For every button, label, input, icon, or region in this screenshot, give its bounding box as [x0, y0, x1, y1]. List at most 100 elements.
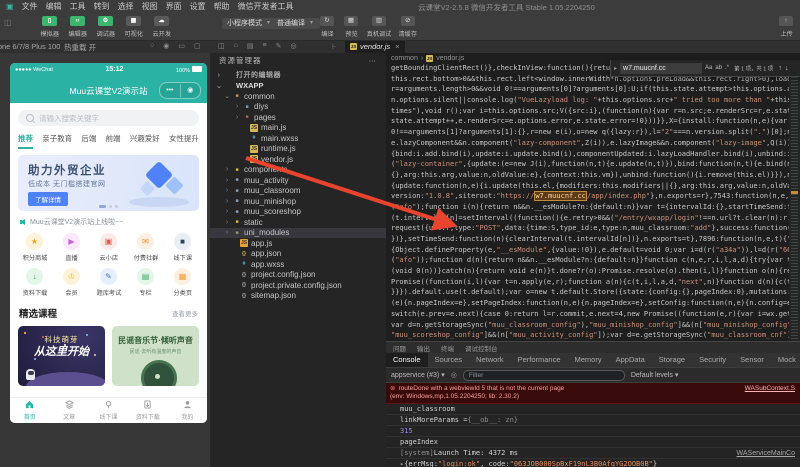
feature-grid-item[interactable]: ★ 积分商城 — [16, 233, 53, 262]
editor-tool-icon[interactable]: ⌂ — [234, 42, 238, 50]
carousel-dot[interactable] — [109, 205, 112, 208]
toolbar-toggle-button[interactable]: ‹› 编辑器 — [66, 16, 89, 38]
device-selector[interactable]: iPhone 6/7/8 Plus 100% 16 — [0, 42, 60, 51]
file-tree-item[interactable]: {} project.private.config.json — [210, 280, 386, 291]
category-tab[interactable]: 前端 — [106, 133, 121, 149]
code-line[interactable]: (void 0(n))}catch(n){return void e(n)}t.… — [391, 266, 800, 277]
toolbar-action-button[interactable]: ⊘ 清缓存 — [398, 16, 418, 38]
match-case-icon[interactable]: Aa — [705, 65, 712, 71]
code-line[interactable]: ("lazy-container",{update:(e=new J(i),fu… — [391, 159, 800, 170]
code-line[interactable]: var d=n.getStorageSync("muu_classroom_co… — [391, 320, 800, 331]
code-line[interactable]: r=arguments.length>0&&void 0!==arguments… — [391, 84, 800, 95]
code-line[interactable]: ("afo");function i(n){return n&&n.__esMo… — [391, 202, 800, 213]
course-card[interactable]: 民谣音乐节·倾听声音 民谣·去听有温度的声音 — [112, 326, 199, 386]
carousel-dot-active[interactable] — [99, 205, 106, 208]
code-content[interactable]: getBoundingClientRect()},checkInView:fun… — [386, 63, 800, 341]
tab-bar-item[interactable]: 线下课 — [89, 398, 128, 423]
feature-grid-item[interactable]: ✎ 题库考试 — [90, 268, 127, 297]
search-input[interactable]: 请输入搜索关键字 — [18, 110, 199, 126]
find-input[interactable]: w7.muucnf.cc — [620, 63, 702, 74]
devtools-tab[interactable]: Memory — [568, 353, 609, 367]
editor-tab-vendor-js[interactable]: JS vendor.js × — [345, 40, 405, 53]
feature-grid-item[interactable]: ▶ 直播 — [53, 233, 90, 262]
console-log-row[interactable]: 315 — [386, 426, 800, 437]
file-tree-item[interactable]: › ■ static — [210, 217, 386, 228]
more-menu-icon[interactable]: ••• — [160, 84, 180, 97]
console-log-row[interactable]: ▸ {errMsg: "login:ok", code: "063JOB000S… — [386, 459, 800, 467]
menu-item[interactable]: 选择 — [118, 1, 134, 12]
whole-word-icon[interactable]: ab — [715, 65, 722, 71]
previous-match-icon[interactable]: ↑ — [778, 65, 782, 72]
code-line[interactable]: 0!==arguments[1]?arguments[1]:{},r=new e… — [391, 127, 800, 138]
editor-tool-icon[interactable]: ≡ — [262, 42, 266, 50]
code-line[interactable]: {Object.defineProperty(e,"__esModule",{v… — [391, 245, 800, 256]
toolbar-action-button[interactable]: ▦ 预览 — [342, 16, 360, 38]
file-tree-item[interactable]: {} sitemap.json — [210, 291, 386, 302]
next-match-icon[interactable]: ↓ — [785, 65, 789, 72]
toolbar-action-button[interactable]: ▥ 真机调试 — [366, 16, 392, 38]
code-line[interactable]: request({url:r,type:"POST",data:{time:S,… — [391, 223, 800, 234]
feature-grid-item[interactable]: ♔ 会员 — [53, 268, 90, 297]
code-line[interactable]: }}}).default.use(t.default);var o=new t.… — [391, 287, 800, 298]
file-tree-item[interactable]: {} app.json — [210, 249, 386, 260]
carousel-dot[interactable] — [115, 205, 118, 208]
menu-item[interactable]: 编辑 — [46, 1, 62, 12]
more-actions-icon[interactable]: ⋯ — [369, 56, 378, 65]
devtools-tab[interactable]: Network — [469, 353, 511, 367]
eye-icon[interactable]: ◎ — [451, 371, 457, 379]
file-tree-item[interactable]: ⌄ ■ common — [210, 91, 386, 102]
feature-grid-item[interactable]: ▦ 分类页 — [164, 268, 201, 297]
file-tree-item[interactable]: › 打开的编辑器 — [210, 70, 386, 81]
file-tree-item[interactable]: › ■ muu_activity — [210, 175, 386, 186]
feature-grid-item[interactable]: ▣ 云小店 — [90, 233, 127, 262]
tab-bar-item[interactable]: 我的 — [168, 398, 207, 423]
feature-grid-item[interactable]: ▤ 专栏 — [127, 268, 164, 297]
panel-tab[interactable]: 输出 — [417, 343, 430, 353]
feature-grid-item[interactable]: ↓ 资料下载 — [16, 268, 53, 297]
panel-tab[interactable]: 终端 — [441, 343, 454, 353]
file-tree-item[interactable]: › ■ muu_classroom — [210, 186, 386, 197]
file-tree-item[interactable]: JS vendor.js — [210, 154, 386, 165]
filter-input[interactable]: Filter — [463, 370, 625, 381]
code-line[interactable]: switch(e.prev=e.next){case 0:return l=r.… — [391, 309, 800, 320]
hot-reload-toggle[interactable]: 热重载 开 — [64, 42, 96, 53]
file-tree-item[interactable]: › ■ muu_minishop — [210, 196, 386, 207]
code-line[interactable]: {},arg:this.arg,value:n,oldValue:e},{con… — [391, 170, 800, 181]
code-line[interactable]: n.options.silent||console.log("VueLazylo… — [391, 95, 800, 106]
menu-item[interactable]: 界面 — [166, 1, 182, 12]
regex-icon[interactable]: .* — [725, 65, 729, 71]
context-dropdown[interactable]: appservice (#3) ▾ — [391, 371, 445, 379]
devtools-tab[interactable]: AppData — [609, 353, 652, 367]
file-tree-item[interactable]: JS runtime.js — [210, 144, 386, 155]
file-tree-item[interactable]: # main.wxss — [210, 133, 386, 144]
toolbar-toggle-button[interactable]: ☁ 云开发 — [150, 16, 173, 38]
panel-toggle-icon[interactable]: ◫ — [4, 18, 12, 27]
code-line[interactable]: (t.intervalId[n]=setInterval((function()… — [391, 213, 800, 224]
devtools-tab[interactable]: Sensor — [733, 353, 771, 367]
devtools-tab[interactable]: Performance — [511, 353, 568, 367]
category-tab[interactable]: 亲子教育 — [42, 133, 72, 149]
banner-cta-button[interactable]: 了解详情 — [28, 192, 68, 206]
error-source-link[interactable]: WASubContext.S — [745, 385, 795, 393]
tab-bar-item[interactable]: 资料下载 — [128, 398, 167, 423]
file-tree-item[interactable]: # app.wxss — [210, 259, 386, 270]
breadcrumb-file[interactable]: vendor.js — [436, 55, 464, 62]
panel-tab[interactable]: 调试控制台 — [465, 343, 498, 353]
file-tree-item[interactable]: {} project.config.json — [210, 270, 386, 281]
console-log-row[interactable]: linkMoreParams = {__ob__: zn} — [386, 415, 800, 426]
file-tree-item[interactable]: › ■ components — [210, 165, 386, 176]
close-icon[interactable]: × — [395, 42, 399, 51]
menu-item[interactable]: 微信开发者工具 — [238, 1, 294, 12]
see-more-link[interactable]: 查看更多 — [172, 308, 198, 318]
code-line[interactable]: version:"1.0.8",siteroot:"https://w7.muu… — [391, 191, 800, 202]
code-editor[interactable]: getBoundingClientRect()},checkInView:fun… — [386, 63, 800, 341]
code-line[interactable]: state.attempt++,e.renderSrc=e.options.er… — [391, 116, 800, 127]
devtools-tab[interactable]: Security — [692, 353, 733, 367]
toolbar-toggle-button[interactable]: ▯ 模拟器 — [38, 16, 61, 38]
code-line[interactable]: e.lazyComponent&&n.component("lazy-compo… — [391, 138, 800, 149]
code-line[interactable]: Promise((function(i,l){var t=n.apply(e,r… — [391, 277, 800, 288]
feature-grid-item[interactable]: ✉ 付费社群 — [127, 233, 164, 262]
devtools-tab[interactable]: Mock — [771, 353, 800, 367]
code-line[interactable]: (e){n.pageIndex=e},setPageIndex:function… — [391, 298, 800, 309]
toolbar-toggle-button[interactable]: ▦ 可视化 — [122, 16, 145, 38]
